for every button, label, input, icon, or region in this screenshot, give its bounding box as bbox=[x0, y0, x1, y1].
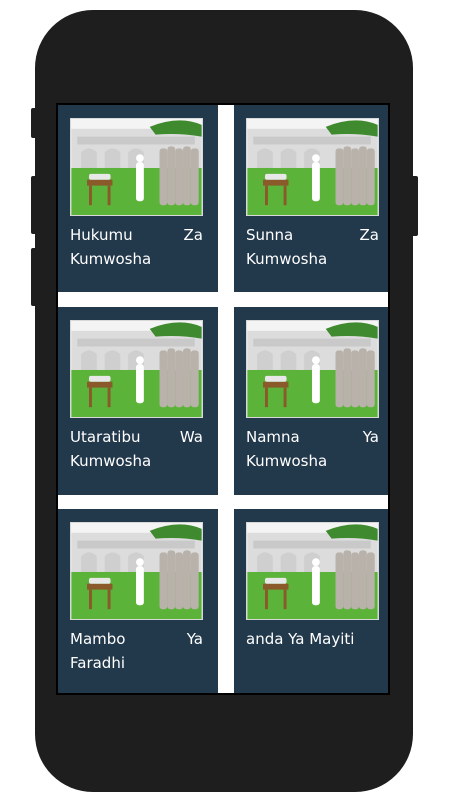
lesson-card[interactable]: Mambo Ya Faradhi bbox=[58, 509, 218, 693]
lesson-title: Utaratibu Wa Kumwosha bbox=[70, 428, 203, 470]
funeral-prayer-illustration bbox=[246, 320, 379, 418]
lesson-title: Mambo Ya Faradhi bbox=[70, 630, 203, 672]
app-screen: Hukumu Za Kumwosha Sunna Za Kumwosha Uta… bbox=[56, 103, 390, 695]
lesson-card[interactable]: Utaratibu Wa Kumwosha bbox=[58, 307, 218, 495]
lesson-card[interactable]: Sunna Za Kumwosha bbox=[234, 105, 388, 292]
illustration-svg bbox=[71, 119, 202, 215]
lesson-card[interactable]: Hukumu Za Kumwosha bbox=[58, 105, 218, 292]
illustration-svg bbox=[247, 523, 378, 619]
lesson-title: anda Ya Mayiti bbox=[246, 630, 355, 648]
funeral-prayer-illustration bbox=[70, 522, 203, 620]
illustration-svg bbox=[71, 321, 202, 417]
lesson-title: Namna Ya Kumwosha bbox=[246, 428, 379, 470]
lesson-card[interactable]: anda Ya Mayiti bbox=[234, 509, 388, 693]
funeral-prayer-illustration bbox=[246, 522, 379, 620]
funeral-prayer-illustration bbox=[246, 118, 379, 216]
funeral-prayer-illustration bbox=[70, 118, 203, 216]
funeral-prayer-illustration bbox=[70, 320, 203, 418]
illustration-svg bbox=[247, 321, 378, 417]
illustration-svg bbox=[247, 119, 378, 215]
lesson-card[interactable]: Namna Ya Kumwosha bbox=[234, 307, 388, 495]
illustration-svg bbox=[71, 523, 202, 619]
lesson-title: Hukumu Za Kumwosha bbox=[70, 226, 203, 268]
lesson-title: Sunna Za Kumwosha bbox=[246, 226, 379, 268]
